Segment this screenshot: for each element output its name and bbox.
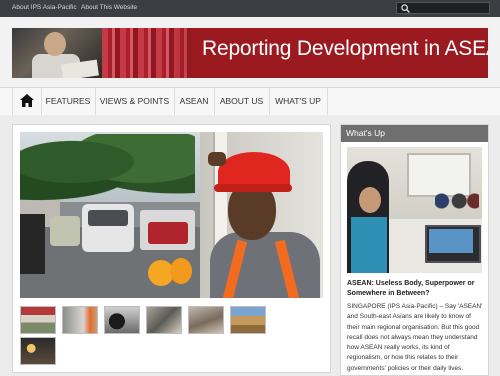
article-photo[interactable]	[347, 147, 482, 273]
about-website-link[interactable]: About This Website	[81, 4, 137, 11]
nav-whats-up[interactable]: WHAT'S UP	[269, 88, 328, 115]
main-nav: FEATURES VIEWS & POINTS ASEAN ABOUT US W…	[0, 87, 500, 116]
thumbnail-7[interactable]	[20, 337, 56, 365]
thumbnail-2[interactable]	[62, 306, 98, 334]
search-box[interactable]	[396, 2, 490, 14]
featured-image[interactable]	[20, 132, 323, 298]
nav-features[interactable]: FEATURES	[41, 88, 96, 115]
thumbnail-5[interactable]	[188, 306, 224, 334]
thumbnail-1[interactable]	[20, 306, 56, 334]
article-excerpt: SINGAPORE (IPS Asia-Pacific) – Say 'ASEA…	[347, 303, 483, 372]
widget-heading: What's Up	[341, 125, 488, 142]
nav-about-us[interactable]: ABOUT US	[214, 88, 270, 115]
header: Reporting Development in ASEAN	[0, 17, 500, 87]
site-banner[interactable]: Reporting Development in ASEAN	[12, 28, 488, 78]
home-icon	[20, 94, 34, 107]
thumbnail-6[interactable]	[230, 306, 266, 334]
thumbnail-4[interactable]	[146, 306, 182, 334]
content-area: What's Up ASEAN: Useless Body, Superpowe…	[0, 115, 500, 376]
whats-up-widget: What's Up ASEAN: Useless Body, Superpowe…	[340, 124, 489, 376]
slider-thumbnails	[20, 306, 323, 366]
search-input[interactable]	[411, 3, 487, 13]
featured-slider	[12, 124, 331, 373]
site-title: Reporting Development in ASEAN	[202, 37, 488, 60]
article-title-link[interactable]: ASEAN: Useless Body, Superpower or Somew…	[347, 279, 485, 298]
thumbnail-3[interactable]	[104, 306, 140, 334]
nav-home[interactable]	[12, 88, 42, 115]
nav-asean[interactable]: ASEAN	[174, 88, 215, 115]
search-icon[interactable]	[401, 4, 410, 13]
banner-photo	[12, 28, 102, 78]
top-bar: About IPS Asia-Pacific About This Websit…	[0, 0, 500, 17]
nav-views-points[interactable]: VIEWS & POINTS	[95, 88, 175, 115]
about-ips-link[interactable]: About IPS Asia-Pacific	[12, 4, 77, 11]
